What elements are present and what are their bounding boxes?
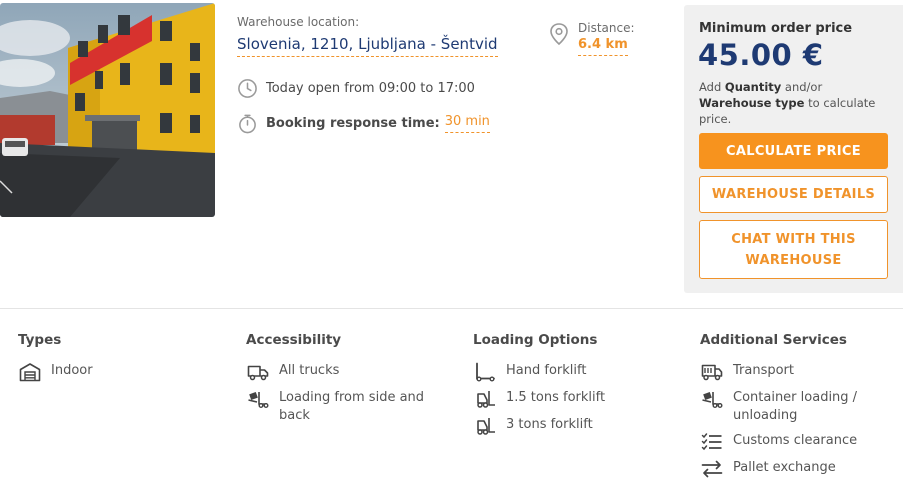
price-panel: Minimum order price 45.00 € Add Quantity… [684,5,903,293]
feature-item: Transport [700,362,900,382]
additional-services-section: Additional Services Transport Container … [700,332,900,486]
feature-item: Indoor [18,362,228,382]
opening-hours-text: Today open from 09:00 to 17:00 [266,81,475,96]
booking-value[interactable]: 30 min [444,114,490,133]
checklist-icon [700,432,724,452]
chat-warehouse-label: CHAT WITH THIS WAREHOUSE [731,231,856,268]
opening-hours: Today open from 09:00 to 17:00 [237,78,475,99]
distance-label: Distance: [578,21,635,35]
feature-label: Indoor [51,363,93,378]
feature-label: Transport [733,363,795,378]
price-hint-quantity: Quantity [724,80,782,94]
additional-services-title: Additional Services [700,332,847,348]
feature-item: Hand forklift [473,362,683,382]
booking-label: Booking response time: [266,116,440,131]
warehouse-details-button[interactable]: WAREHOUSE DETAILS [699,176,888,213]
truck-icon [246,362,270,382]
accessibility-section: Accessibility All trucks Loading from si… [246,332,456,432]
accessibility-title: Accessibility [246,332,342,348]
feature-label: 3 tons forklift [506,417,593,432]
feature-item: Pallet exchange [700,459,900,479]
feature-item: 3 tons forklift [473,416,683,436]
feature-item: Loading from side and back [246,389,456,425]
feature-item: Container loading / unloading [700,389,900,425]
types-title: Types [18,332,62,348]
feature-label: Pallet exchange [733,460,836,475]
loading-icon [246,389,270,409]
location-label: Warehouse location: [237,15,360,29]
forklift-icon [473,416,497,436]
transport-icon [700,362,724,382]
warehouse-photo[interactable] [0,3,215,217]
feature-label: 1.5 tons forklift [506,390,606,405]
location-link[interactable]: Slovenia, 1210, Ljubljana - Šentvid [237,35,498,57]
feature-label: Hand forklift [506,363,587,378]
price-title: Minimum order price [699,21,853,36]
warehouse-icon [18,362,42,382]
feature-item: 1.5 tons forklift [473,389,683,409]
exchange-icon [700,459,724,479]
calculate-price-button[interactable]: CALCULATE PRICE [699,133,888,169]
stopwatch-icon [239,114,256,134]
chat-warehouse-button[interactable]: CHAT WITH THIS WAREHOUSE [699,220,888,279]
feature-item: All trucks [246,362,456,382]
loading-options-section: Loading Options Hand forklift 1.5 tons f… [473,332,683,443]
warehouse-photo-image [0,3,215,217]
types-section: Types Indoor [18,332,228,389]
map-pin-icon [550,23,568,46]
price-hint-type: Warehouse type [699,96,805,110]
price-hint-prefix: Add [699,80,725,94]
distance-value[interactable]: 6.4 km [578,37,628,56]
section-divider [0,308,903,309]
booking-response: Booking response time: 30 min [237,113,490,134]
loading-options-title: Loading Options [473,332,598,348]
feature-label: Customs clearance [733,433,858,448]
price-hint: Add Quantity and/or Warehouse type to ca… [699,79,897,127]
price-value: 45.00 € [698,38,824,72]
price-hint-mid: and/or [781,80,823,94]
container-loading-icon [700,389,724,409]
feature-label: Container loading / unloading [733,390,858,423]
hand-forklift-icon [473,362,497,382]
feature-label: All trucks [279,363,340,378]
clock-icon [238,79,257,98]
feature-label: Loading from side and back [279,390,425,423]
forklift-icon [473,389,497,409]
feature-item: Customs clearance [700,432,900,452]
